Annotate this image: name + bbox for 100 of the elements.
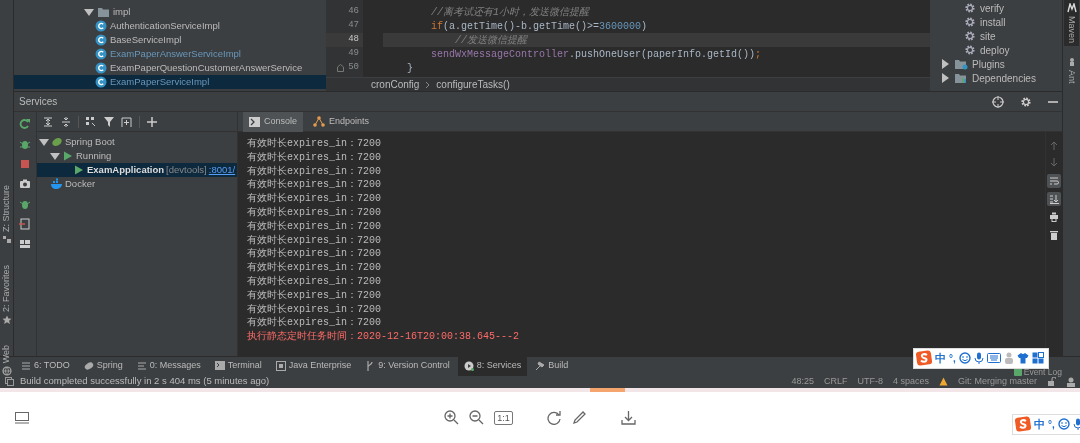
keyboard-icon[interactable] — [986, 353, 1001, 364]
tree-item[interactable]: impl — [113, 4, 131, 20]
lock-icon[interactable] — [1047, 377, 1056, 386]
console-tab[interactable]: Endpoints — [307, 111, 376, 132]
download-icon[interactable] — [620, 410, 636, 425]
zoom-out-icon[interactable] — [469, 410, 485, 425]
console-line: 执行静态定时任务时间：2020-12-16T20:00:38.645---2 — [247, 330, 521, 344]
service-item[interactable]: Docker — [65, 176, 96, 192]
soft-wrap-icon[interactable] — [1049, 176, 1059, 186]
maven-item[interactable]: site — [980, 28, 996, 44]
breadcrumb-item[interactable]: configureTasks() — [436, 77, 510, 92]
maven-item[interactable]: Dependencies — [972, 70, 1036, 86]
ime-toolbar[interactable]: 中 °, — [913, 348, 1049, 369]
console-line: 有效时长expires_in：7200 — [247, 206, 382, 220]
side-tool-tab[interactable]: Z: Structure — [0, 185, 14, 232]
tree-item[interactable]: BaseServiceImpl — [110, 32, 182, 48]
tree-item[interactable]: AuthenticationServiceImpl — [110, 18, 220, 34]
expand-all-icon[interactable] — [42, 115, 54, 128]
spring-icon — [51, 136, 63, 148]
trash-icon[interactable] — [1049, 230, 1059, 240]
console-tab[interactable]: Console — [243, 111, 304, 132]
collapse-all-icon[interactable] — [60, 115, 72, 128]
ime-toolbar[interactable]: 中 °, — [1012, 414, 1080, 435]
code-line: if(a.getTime()-b.getTime()>=3600000) — [430, 19, 648, 34]
collapsed-arrow-icon[interactable] — [940, 59, 950, 69]
status-item[interactable]: 4 spaces — [892, 374, 929, 389]
collapsed-arrow-icon[interactable] — [940, 73, 950, 83]
bug-icon[interactable] — [19, 138, 31, 150]
service-item[interactable]: Running — [76, 148, 112, 164]
inspector-icon[interactable] — [1066, 376, 1076, 387]
status-item[interactable]: CRLF — [823, 374, 848, 389]
service-item[interactable]: ExamApplication — [87, 162, 165, 178]
line-number: 47 — [348, 19, 359, 33]
camera-icon[interactable] — [19, 178, 31, 190]
scroll-to-end-icon[interactable] — [1049, 194, 1059, 204]
status-item[interactable]: 48:25 — [791, 374, 814, 389]
console-line: 有效时长expires_in：7200 — [247, 178, 382, 192]
grid-icon[interactable] — [1031, 352, 1044, 365]
ime-language[interactable]: 中 — [1034, 416, 1045, 433]
side-tool-tab[interactable]: Ant — [1063, 54, 1080, 87]
smiley-icon[interactable] — [958, 352, 971, 365]
filter-icon[interactable] — [103, 115, 115, 128]
tree-item[interactable]: ExamPaperAnswerServiceImpl — [110, 46, 241, 62]
rotate-icon[interactable] — [546, 410, 562, 425]
code-line: //发送微信提醒 — [454, 33, 527, 48]
ime-punctuation[interactable]: °, — [949, 350, 956, 366]
maven-item[interactable]: verify — [980, 0, 1004, 16]
chevron-icon — [425, 80, 431, 89]
crosshair-icon[interactable] — [992, 95, 1004, 108]
globe-icon — [1, 366, 12, 377]
tool-window-tab[interactable]: Java Enterprise — [269, 356, 358, 376]
tool-window-tab[interactable]: Spring — [77, 356, 129, 376]
shirt-icon[interactable] — [1016, 352, 1029, 365]
port-link[interactable]: :8001/ — [208, 162, 236, 178]
breadcrumb-item[interactable]: cronConfig — [371, 77, 420, 92]
tool-window-tab[interactable]: 9: Version Control — [359, 356, 456, 376]
panel-title: Services — [19, 95, 58, 109]
new-tab-icon[interactable] — [121, 115, 133, 128]
tool-window-tab[interactable]: 8: Services — [457, 356, 528, 376]
service-item[interactable]: Spring Boot — [65, 134, 115, 150]
zoom-in-icon[interactable] — [444, 410, 460, 425]
tree-item[interactable]: ExamPaperQuestionCustomerAnswerService — [110, 60, 303, 76]
maven-item[interactable]: deploy — [980, 42, 1010, 58]
tool-window-tab[interactable]: 0: Messages — [130, 356, 207, 376]
class-icon — [95, 34, 107, 46]
bug-icon[interactable] — [19, 198, 31, 210]
expanded-arrow-icon[interactable] — [84, 7, 94, 17]
presentation-icon[interactable] — [15, 412, 29, 424]
smiley-icon[interactable] — [1057, 418, 1070, 431]
status-item[interactable]: UTF-8 — [857, 374, 883, 389]
print-icon[interactable] — [1049, 212, 1059, 222]
expanded-arrow-icon[interactable] — [39, 137, 49, 147]
maven-item[interactable]: Plugins — [972, 56, 1005, 72]
code-line: //离考试还有1小时，发送微信提醒 — [430, 5, 589, 20]
ime-language[interactable]: 中 — [935, 350, 946, 367]
side-tool-tab[interactable]: Maven — [1063, 0, 1080, 46]
side-tool-tab[interactable]: 2: Favorites — [0, 265, 14, 313]
layout-icon[interactable] — [19, 238, 31, 250]
stop-icon[interactable] — [19, 158, 31, 170]
tool-window-tab[interactable]: 6: TODO — [15, 356, 76, 376]
maven-item[interactable]: install — [980, 14, 1006, 30]
code-line: sendWxMessageController.pushOneUser(paperInfo.getId()); — [430, 47, 762, 62]
tool-window-tab[interactable]: Build — [529, 356, 575, 376]
add-icon[interactable] — [146, 115, 158, 128]
rerun-icon[interactable] — [19, 118, 31, 130]
expanded-arrow-icon[interactable] — [50, 151, 60, 161]
group-icon[interactable] — [85, 115, 97, 128]
ime-logo-icon — [916, 350, 932, 367]
whale-icon — [51, 178, 63, 190]
microphone-icon[interactable] — [973, 352, 984, 365]
actual-size-button[interactable]: 1:1 — [494, 410, 513, 425]
settings-icon[interactable] — [1020, 95, 1032, 108]
fold-marker-icon[interactable] — [337, 64, 345, 72]
side-tool-tab[interactable]: Web — [0, 345, 14, 364]
tool-window-tab[interactable]: Terminal — [208, 356, 268, 376]
run-icon — [73, 164, 85, 176]
exit-icon[interactable] — [19, 218, 31, 230]
microphone-icon[interactable] — [1072, 418, 1080, 431]
pencil-icon[interactable] — [571, 410, 587, 425]
ime-punctuation[interactable]: °, — [1048, 416, 1055, 432]
